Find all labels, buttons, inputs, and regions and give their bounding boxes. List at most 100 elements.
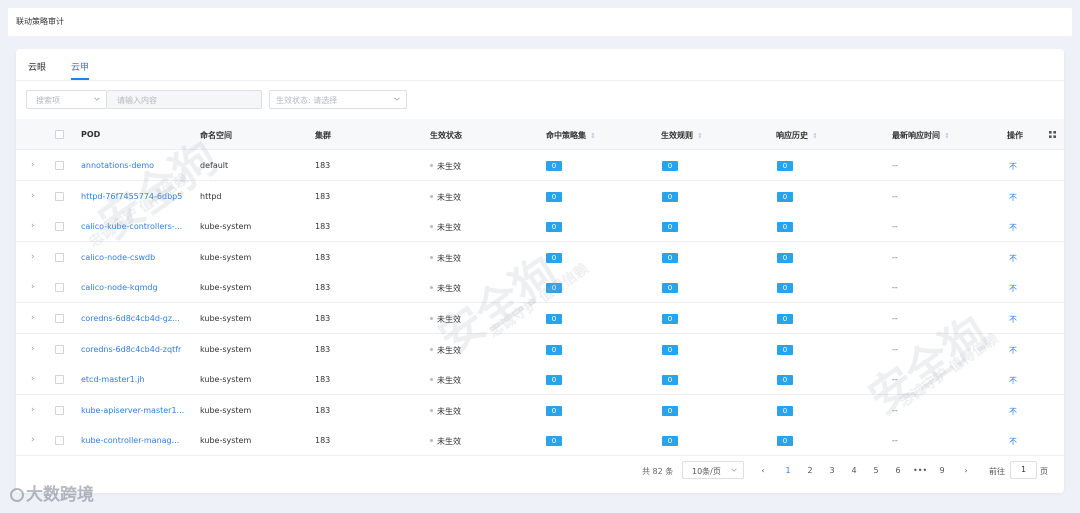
row-checkbox[interactable]: [55, 375, 64, 385]
history-badge[interactable]: 0: [777, 436, 793, 447]
pod-name-link[interactable]: calico-node-kqmdg: [81, 283, 189, 292]
hit-policy-badge[interactable]: 0: [546, 436, 562, 447]
action-icon[interactable]: 不: [1009, 192, 1017, 203]
rules-badge[interactable]: 0: [662, 405, 678, 416]
sort-icon[interactable]: ⇕: [590, 132, 596, 140]
rules-badge[interactable]: 0: [662, 375, 678, 386]
rules-badge[interactable]: 0: [662, 283, 678, 294]
tab-yunjia[interactable]: 云甲: [71, 60, 89, 73]
history-badge[interactable]: 0: [777, 344, 793, 355]
row-checkbox[interactable]: [55, 314, 64, 323]
pod-name-link[interactable]: annotations-demo: [81, 161, 189, 170]
rules-badge[interactable]: 0: [662, 161, 678, 171]
rules-badge[interactable]: 0: [662, 191, 678, 202]
expand-row-icon[interactable]: ›: [31, 282, 35, 292]
expand-row-icon[interactable]: ›: [31, 313, 35, 323]
expand-row-icon[interactable]: ›: [31, 435, 35, 445]
history-badge[interactable]: 0: [777, 222, 793, 233]
tab-yunyan[interactable]: 云眼: [28, 60, 46, 73]
pod-name-link[interactable]: calico-node-cswdb: [81, 253, 189, 262]
hit-policy-badge[interactable]: 0: [546, 191, 562, 202]
action-icon[interactable]: 不: [1009, 314, 1017, 325]
rules-badge[interactable]: 0: [662, 252, 678, 263]
action-icon[interactable]: 不: [1009, 253, 1017, 264]
pod-name-link[interactable]: calico-kube-controllers-...: [81, 222, 189, 231]
page-6[interactable]: 6: [891, 466, 905, 475]
expand-row-icon[interactable]: ›: [31, 160, 35, 170]
expand-row-icon[interactable]: ›: [31, 405, 35, 415]
pod-name-link[interactable]: coredns-6d8c4cb4d-gz...: [81, 314, 189, 323]
page-4[interactable]: 4: [847, 466, 861, 475]
rules-badge[interactable]: 0: [662, 344, 678, 355]
page-size-select[interactable]: 10条/页: [682, 461, 744, 479]
history-badge[interactable]: 0: [777, 283, 793, 294]
row-checkbox[interactable]: [55, 405, 64, 415]
page-9[interactable]: 9: [935, 466, 949, 475]
pod-name-link[interactable]: coredns-6d8c4cb4d-zqtfr: [81, 345, 189, 354]
hit-policy-badge[interactable]: 0: [546, 283, 562, 294]
history-badge[interactable]: 0: [777, 252, 793, 263]
rules-badge[interactable]: 0: [662, 436, 678, 447]
status-select[interactable]: 生效状态: 请选择: [269, 90, 407, 109]
table-row[interactable]: › coredns-6d8c4cb4d-zqtfr kube-system 183 未生…: [16, 333, 1064, 365]
sort-icon[interactable]: ⇕: [944, 132, 950, 140]
hit-policy-badge[interactable]: 0: [546, 314, 562, 324]
history-badge[interactable]: 0: [777, 314, 793, 324]
page-2[interactable]: 2: [803, 466, 817, 475]
row-checkbox[interactable]: [55, 283, 64, 293]
table-row[interactable]: › kube-controller-manag... kube-system 183 未…: [16, 425, 1064, 457]
col-rules[interactable]: 生效规则 ⇕: [661, 130, 703, 141]
table-row[interactable]: › calico-node-kqmdg kube-system 183 未生效 0 0 0 --…: [16, 272, 1064, 304]
row-checkbox[interactable]: [55, 222, 64, 232]
rules-badge[interactable]: 0: [662, 222, 678, 233]
select-all-checkbox[interactable]: [55, 130, 64, 139]
expand-row-icon[interactable]: ›: [31, 191, 35, 201]
action-icon[interactable]: 不: [1009, 436, 1017, 447]
hit-policy-badge[interactable]: 0: [546, 222, 562, 233]
col-latest-time[interactable]: 最新响应时间 ⇕: [892, 130, 950, 141]
pod-name-link[interactable]: kube-controller-manag...: [81, 436, 189, 445]
table-row[interactable]: › annotations-demo default 183 未生效 0 0 0 -- 不: [16, 150, 1064, 181]
col-hit-policy[interactable]: 命中策略集 ⇕: [546, 130, 596, 141]
expand-row-icon[interactable]: ›: [31, 374, 35, 384]
sort-icon[interactable]: ⇕: [697, 132, 703, 140]
search-field-select[interactable]: 搜索项: [26, 90, 107, 109]
hit-policy-badge[interactable]: 0: [546, 161, 562, 171]
pod-name-link[interactable]: kube-apiserver-master1...: [81, 406, 189, 415]
hit-policy-badge[interactable]: 0: [546, 344, 562, 355]
action-icon[interactable]: 不: [1009, 283, 1017, 294]
expand-row-icon[interactable]: ›: [31, 252, 35, 262]
page-5[interactable]: 5: [869, 466, 883, 475]
table-row[interactable]: › kube-apiserver-master1... kube-system 183…: [16, 394, 1064, 426]
history-badge[interactable]: 0: [777, 375, 793, 386]
table-row[interactable]: › calico-node-cswdb kube-system 183 未生效 0 0 0 --…: [16, 241, 1064, 273]
action-icon[interactable]: 不: [1009, 161, 1017, 172]
next-page-button[interactable]: ›: [959, 466, 973, 475]
hit-policy-badge[interactable]: 0: [546, 405, 562, 416]
page-3[interactable]: 3: [825, 466, 839, 475]
action-icon[interactable]: 不: [1009, 375, 1017, 386]
goto-page-input[interactable]: 1: [1010, 461, 1037, 479]
hit-policy-badge[interactable]: 0: [546, 252, 562, 263]
search-input[interactable]: 请输入内容: [107, 90, 262, 109]
expand-row-icon[interactable]: ›: [31, 221, 35, 231]
pod-name-link[interactable]: httpd-76f7455774-6dbp5: [81, 192, 189, 201]
action-icon[interactable]: 不: [1009, 222, 1017, 233]
row-checkbox[interactable]: [55, 344, 64, 354]
action-icon[interactable]: 不: [1009, 345, 1017, 356]
row-checkbox[interactable]: [55, 191, 64, 201]
table-row[interactable]: › httpd-76f7455774-6dbp5 httpd 183 未生效 0 0 0 -- 不: [16, 180, 1064, 212]
history-badge[interactable]: 0: [777, 191, 793, 202]
prev-page-button[interactable]: ‹: [756, 466, 770, 475]
row-checkbox[interactable]: [55, 436, 64, 446]
page-1[interactable]: 1: [781, 466, 795, 475]
page-ellipsis[interactable]: •••: [913, 466, 927, 475]
history-badge[interactable]: 0: [777, 161, 793, 171]
rules-badge[interactable]: 0: [662, 314, 678, 324]
table-row[interactable]: › coredns-6d8c4cb4d-gz... kube-system 183 未生…: [16, 303, 1064, 334]
table-row[interactable]: › calico-kube-controllers-... kube-system 1…: [16, 211, 1064, 243]
row-checkbox[interactable]: [55, 161, 64, 170]
row-checkbox[interactable]: [55, 252, 64, 262]
column-settings-icon[interactable]: [1049, 131, 1056, 138]
expand-row-icon[interactable]: ›: [31, 344, 35, 354]
